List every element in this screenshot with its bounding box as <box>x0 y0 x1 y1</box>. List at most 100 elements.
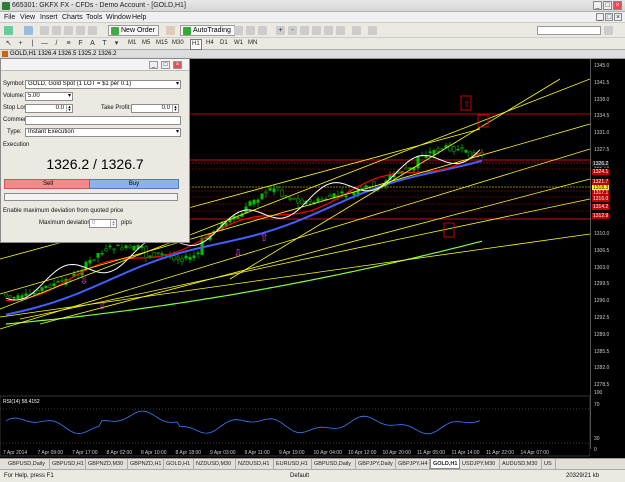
menu-view[interactable]: View <box>20 13 35 22</box>
child-close-icon[interactable]: × <box>614 13 622 21</box>
take-profit-input[interactable]: 0.0 ▲ ▼ <box>131 104 179 113</box>
child-minimize-icon[interactable]: _ <box>596 13 604 21</box>
price-tick: 1345.0 <box>594 63 610 69</box>
symbol-select[interactable]: GOLD, Gold Spot (1 LOT = $1 per 0.1) <box>25 80 181 89</box>
tile-windows-icon[interactable] <box>300 26 309 35</box>
crosshair-icon[interactable]: + <box>16 39 25 48</box>
deviation-checkbox[interactable]: Enable maximum deviation from quoted pri… <box>3 207 123 216</box>
stop-loss-input[interactable]: 0.0 ▲ ▼ <box>25 104 73 113</box>
data-window-icon[interactable] <box>52 26 61 35</box>
tab-3[interactable]: GBPNZD,H1 <box>128 459 164 469</box>
tab-13[interactable]: AUDUSD,M30 <box>500 459 542 469</box>
tab-11[interactable]: GOLD,H1 <box>430 459 460 469</box>
zoom-out-icon[interactable]: - <box>288 26 297 35</box>
tab-9[interactable]: GBPJPY,Daily <box>356 459 396 469</box>
indicators-icon[interactable] <box>336 26 345 35</box>
minimize-icon[interactable]: _ <box>593 1 602 10</box>
metaeditor-icon[interactable] <box>166 26 175 35</box>
vertical-line-icon[interactable]: | <box>28 39 37 48</box>
type-select[interactable]: Instant Execution <box>25 128 181 137</box>
tab-4[interactable]: GOLD,H1 <box>164 459 194 469</box>
price-tick: 1278.5 <box>594 382 610 389</box>
menu-help[interactable]: Help <box>132 13 146 22</box>
autoscroll-icon[interactable] <box>324 26 333 35</box>
status-help: For Help, press F1 <box>4 473 54 479</box>
tab-2[interactable]: GBPNZD,M30 <box>86 459 128 469</box>
dialog-close-icon[interactable]: × <box>173 61 182 69</box>
dialog-maximize-icon[interactable]: □ <box>161 61 170 69</box>
tab-0[interactable]: GBPUSD,Daily <box>6 459 50 469</box>
label-icon[interactable]: T <box>100 39 109 48</box>
volume-select[interactable]: 5.00 <box>25 92 73 101</box>
dialog-minimize-icon[interactable]: _ <box>149 61 158 69</box>
timeframe-m1[interactable]: M1 <box>128 39 136 48</box>
candle-body <box>300 199 304 205</box>
tab-14[interactable]: US <box>542 459 556 469</box>
tab-6[interactable]: NZDUSD,H1 <box>236 459 274 469</box>
sell-button[interactable]: Sell <box>4 179 92 189</box>
new-order-button[interactable]: New Order <box>108 25 159 36</box>
search-input[interactable] <box>537 26 601 35</box>
tab-5[interactable]: NZDUSD,M30 <box>194 459 236 469</box>
deviation-input[interactable]: 0 ▲ ▼ <box>89 219 117 228</box>
bar-chart-icon[interactable] <box>234 26 243 35</box>
menu-insert[interactable]: Insert <box>40 13 58 22</box>
tab-10[interactable]: GBPJPY,H4 <box>396 459 430 469</box>
tab-1[interactable]: GBPUSD,H1 <box>50 459 86 469</box>
cursor-icon[interactable]: ↖ <box>4 39 13 48</box>
time-tick: 14 Apr 07:00 <box>521 450 550 456</box>
main-toolbar: New Order AutoTrading + - <box>0 23 625 38</box>
timeframe-m30[interactable]: M30 <box>172 39 184 48</box>
timeframe-m5[interactable]: M5 <box>142 39 150 48</box>
arrows-icon[interactable]: ▾ <box>112 39 121 48</box>
timeframe-m15[interactable]: M15 <box>156 39 168 48</box>
trendline-icon[interactable]: / <box>52 39 61 48</box>
new-chart-icon[interactable] <box>4 26 13 35</box>
dialog-title-bar[interactable]: _ □ × <box>1 59 189 71</box>
timeframe-w1[interactable]: W1 <box>234 39 243 48</box>
tab-12[interactable]: USDJPY,M30 <box>460 459 500 469</box>
chart-shift-icon[interactable] <box>312 26 321 35</box>
close-icon[interactable]: × <box>613 1 622 10</box>
new-order-icon <box>111 27 119 35</box>
timeframe-mn[interactable]: MN <box>248 39 257 48</box>
candle-body <box>56 281 60 283</box>
order-dialog[interactable]: _ □ × Symbol: GOLD, Gold Spot (1 LOT = $… <box>0 58 190 243</box>
horizontal-line-icon[interactable]: — <box>40 39 49 48</box>
market-watch-icon[interactable] <box>40 26 49 35</box>
search-icon[interactable] <box>604 26 613 35</box>
terminal-icon[interactable] <box>76 26 85 35</box>
zoom-in-icon[interactable]: + <box>276 26 285 35</box>
templates-icon[interactable] <box>368 26 377 35</box>
channel-icon[interactable]: ≡ <box>64 39 73 48</box>
candle-body <box>44 285 48 288</box>
candle-body <box>280 189 284 197</box>
fibonacci-icon[interactable]: F <box>76 39 85 48</box>
tester-icon[interactable] <box>88 26 97 35</box>
tab-8[interactable]: GBPUSD,Daily <box>312 459 356 469</box>
timeframe-h1[interactable]: H1 <box>190 39 202 50</box>
buy-button[interactable]: Buy <box>89 179 179 189</box>
periods-icon[interactable] <box>352 26 361 35</box>
comment-input[interactable] <box>25 116 181 125</box>
menu-file[interactable]: File <box>4 13 15 22</box>
navigator-icon[interactable] <box>64 26 73 35</box>
menu-tools[interactable]: Tools <box>86 13 102 22</box>
candle-body <box>296 198 300 204</box>
signal-arrow-icon: ⇧ <box>259 231 268 244</box>
child-restore-icon[interactable]: □ <box>605 13 613 21</box>
candlestick-icon[interactable] <box>246 26 255 35</box>
take-profit-spinner[interactable]: ▲ ▼ <box>172 105 178 112</box>
stop-loss-spinner[interactable]: ▲ ▼ <box>66 105 72 112</box>
profiles-icon[interactable] <box>24 26 33 35</box>
timeframe-d1[interactable]: D1 <box>220 39 228 48</box>
menu-charts[interactable]: Charts <box>62 13 83 22</box>
line-chart-icon[interactable] <box>258 26 267 35</box>
text-icon[interactable]: A <box>88 39 97 48</box>
autotrading-button[interactable]: AutoTrading <box>180 25 235 36</box>
maximize-icon[interactable]: □ <box>603 1 612 10</box>
tab-7[interactable]: EURUSD,H1 <box>274 459 312 469</box>
timeframe-h4[interactable]: H4 <box>206 39 214 48</box>
menu-window[interactable]: Window <box>106 13 131 22</box>
deviation-spinner[interactable]: ▲ ▼ <box>110 220 116 227</box>
